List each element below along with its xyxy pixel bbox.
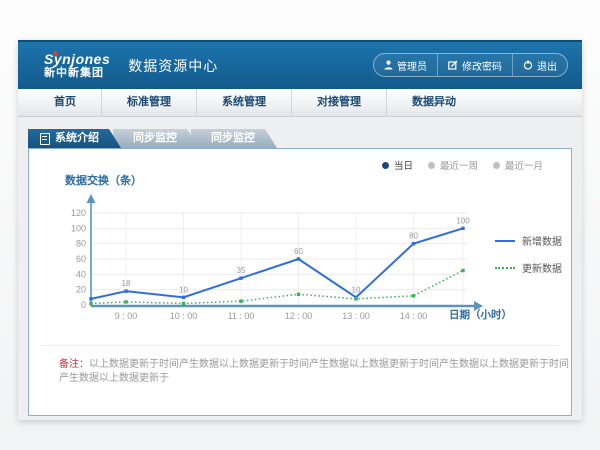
logout-button[interactable]: 退出	[512, 54, 567, 76]
user-button-label: 管理员	[397, 58, 427, 73]
chart-panel: 当日 最近一周 最近一月 数据交换（条） 0 20 40 60 80 100 120 9 : …	[28, 148, 572, 416]
app-header: Synjones 新中新集团 数据资源中心 管理员 修改密码 退出	[18, 40, 582, 89]
svg-text:100: 100	[71, 223, 86, 233]
radio-dot-icon	[382, 162, 389, 169]
divider	[41, 345, 559, 346]
content-area: 系统介绍 同步监控 同步监控 当日 最近一周	[18, 117, 582, 416]
page-title: 数据资源中心	[128, 56, 218, 76]
legend-label: 新增数据	[522, 233, 562, 248]
filter-last-week[interactable]: 最近一周	[428, 158, 478, 172]
tab-label: 同步监控	[133, 129, 177, 148]
user-icon	[384, 60, 393, 70]
svg-text:20: 20	[76, 285, 86, 295]
solid-line-icon	[495, 240, 515, 242]
svg-text:80: 80	[409, 232, 418, 241]
svg-text:10: 10	[179, 285, 188, 294]
filter-today[interactable]: 当日	[382, 158, 413, 172]
svg-text:11 : 00: 11 : 00	[228, 311, 255, 321]
svg-text:100: 100	[456, 216, 470, 225]
svg-text:13 : 00: 13 : 00	[342, 311, 370, 321]
filter-label: 最近一周	[440, 158, 478, 172]
change-password-button[interactable]: 修改密码	[437, 54, 512, 76]
nav-item-interface-mgmt[interactable]: 对接管理	[292, 89, 387, 116]
radio-dot-icon	[493, 162, 500, 169]
app-window: Synjones 新中新集团 数据资源中心 管理员 修改密码 退出	[18, 40, 582, 420]
line-chart: 0 20 40 60 80 100 120 9 : 00 10 : 00 11 : 00 12 : …	[51, 192, 501, 332]
chart-area: 0 20 40 60 80 100 120 9 : 00 10 : 00 11 : 00 12 : …	[51, 192, 501, 332]
dotted-line-icon	[495, 267, 515, 269]
nav-item-data-change[interactable]: 数据异动	[387, 89, 481, 116]
tab-label: 同步监控	[211, 129, 255, 148]
nav-item-standard-mgmt[interactable]: 标准管理	[102, 89, 197, 116]
svg-text:9 : 00: 9 : 00	[115, 311, 138, 321]
tab-system-intro[interactable]: 系统介绍	[28, 129, 121, 148]
footnote-label: 备注：	[59, 359, 89, 370]
svg-text:60: 60	[294, 247, 303, 256]
svg-text:10: 10	[352, 285, 361, 294]
filter-last-month[interactable]: 最近一月	[493, 158, 543, 172]
nav-item-home[interactable]: 首页	[18, 89, 102, 116]
nav-item-system-mgmt[interactable]: 系统管理	[197, 89, 292, 116]
logout-label: 退出	[537, 58, 557, 73]
series-legend: 新增数据 更新数据	[495, 233, 562, 287]
svg-text:14 : 00: 14 : 00	[400, 311, 428, 321]
footnote-text: 以上数据更新于时间产生数据以上数据更新于时间产生数据以上数据更新于时间产生数据以…	[59, 359, 569, 384]
svg-text:35: 35	[237, 266, 246, 275]
svg-text:120: 120	[71, 208, 86, 218]
logo-red-dot-icon	[53, 51, 58, 56]
svg-text:10 : 00: 10 : 00	[170, 311, 198, 321]
document-icon	[40, 133, 50, 145]
svg-text:80: 80	[76, 239, 86, 249]
footnote: 备注：以上数据更新于时间产生数据以上数据更新于时间产生数据以上数据更新于时间产生…	[59, 358, 574, 386]
tab-sync-monitor-1[interactable]: 同步监控	[113, 129, 199, 148]
filter-label: 当日	[394, 158, 413, 172]
tab-sync-monitor-2[interactable]: 同步监控	[191, 129, 277, 148]
header-actions: 管理员 修改密码 退出	[373, 53, 568, 77]
filter-label: 最近一月	[505, 158, 543, 172]
legend-updated-data[interactable]: 更新数据	[495, 260, 562, 275]
company-logo: Synjones 新中新集团	[44, 52, 110, 79]
tab-bar: 系统介绍 同步监控 同步监控	[28, 129, 572, 148]
user-button[interactable]: 管理员	[374, 54, 437, 76]
svg-text:18: 18	[122, 279, 131, 288]
radio-dot-icon	[428, 162, 435, 169]
y-axis-title: 数据交换（条）	[65, 172, 142, 188]
svg-text:12 : 00: 12 : 00	[285, 311, 313, 321]
legend-new-data[interactable]: 新增数据	[495, 233, 562, 248]
x-axis-title: 日期（小时）	[449, 307, 512, 322]
svg-text:60: 60	[76, 254, 86, 264]
period-filter: 当日 最近一周 最近一月	[382, 158, 543, 172]
edit-icon	[448, 60, 458, 70]
svg-text:0: 0	[81, 300, 86, 310]
legend-label: 更新数据	[522, 260, 562, 275]
logo-subtitle: 新中新集团	[44, 68, 110, 79]
power-icon	[523, 60, 533, 70]
svg-text:40: 40	[76, 269, 86, 279]
change-password-label: 修改密码	[462, 58, 502, 73]
tab-label: 系统介绍	[55, 129, 99, 148]
main-nav: 首页 标准管理 系统管理 对接管理 数据异动	[18, 89, 582, 117]
